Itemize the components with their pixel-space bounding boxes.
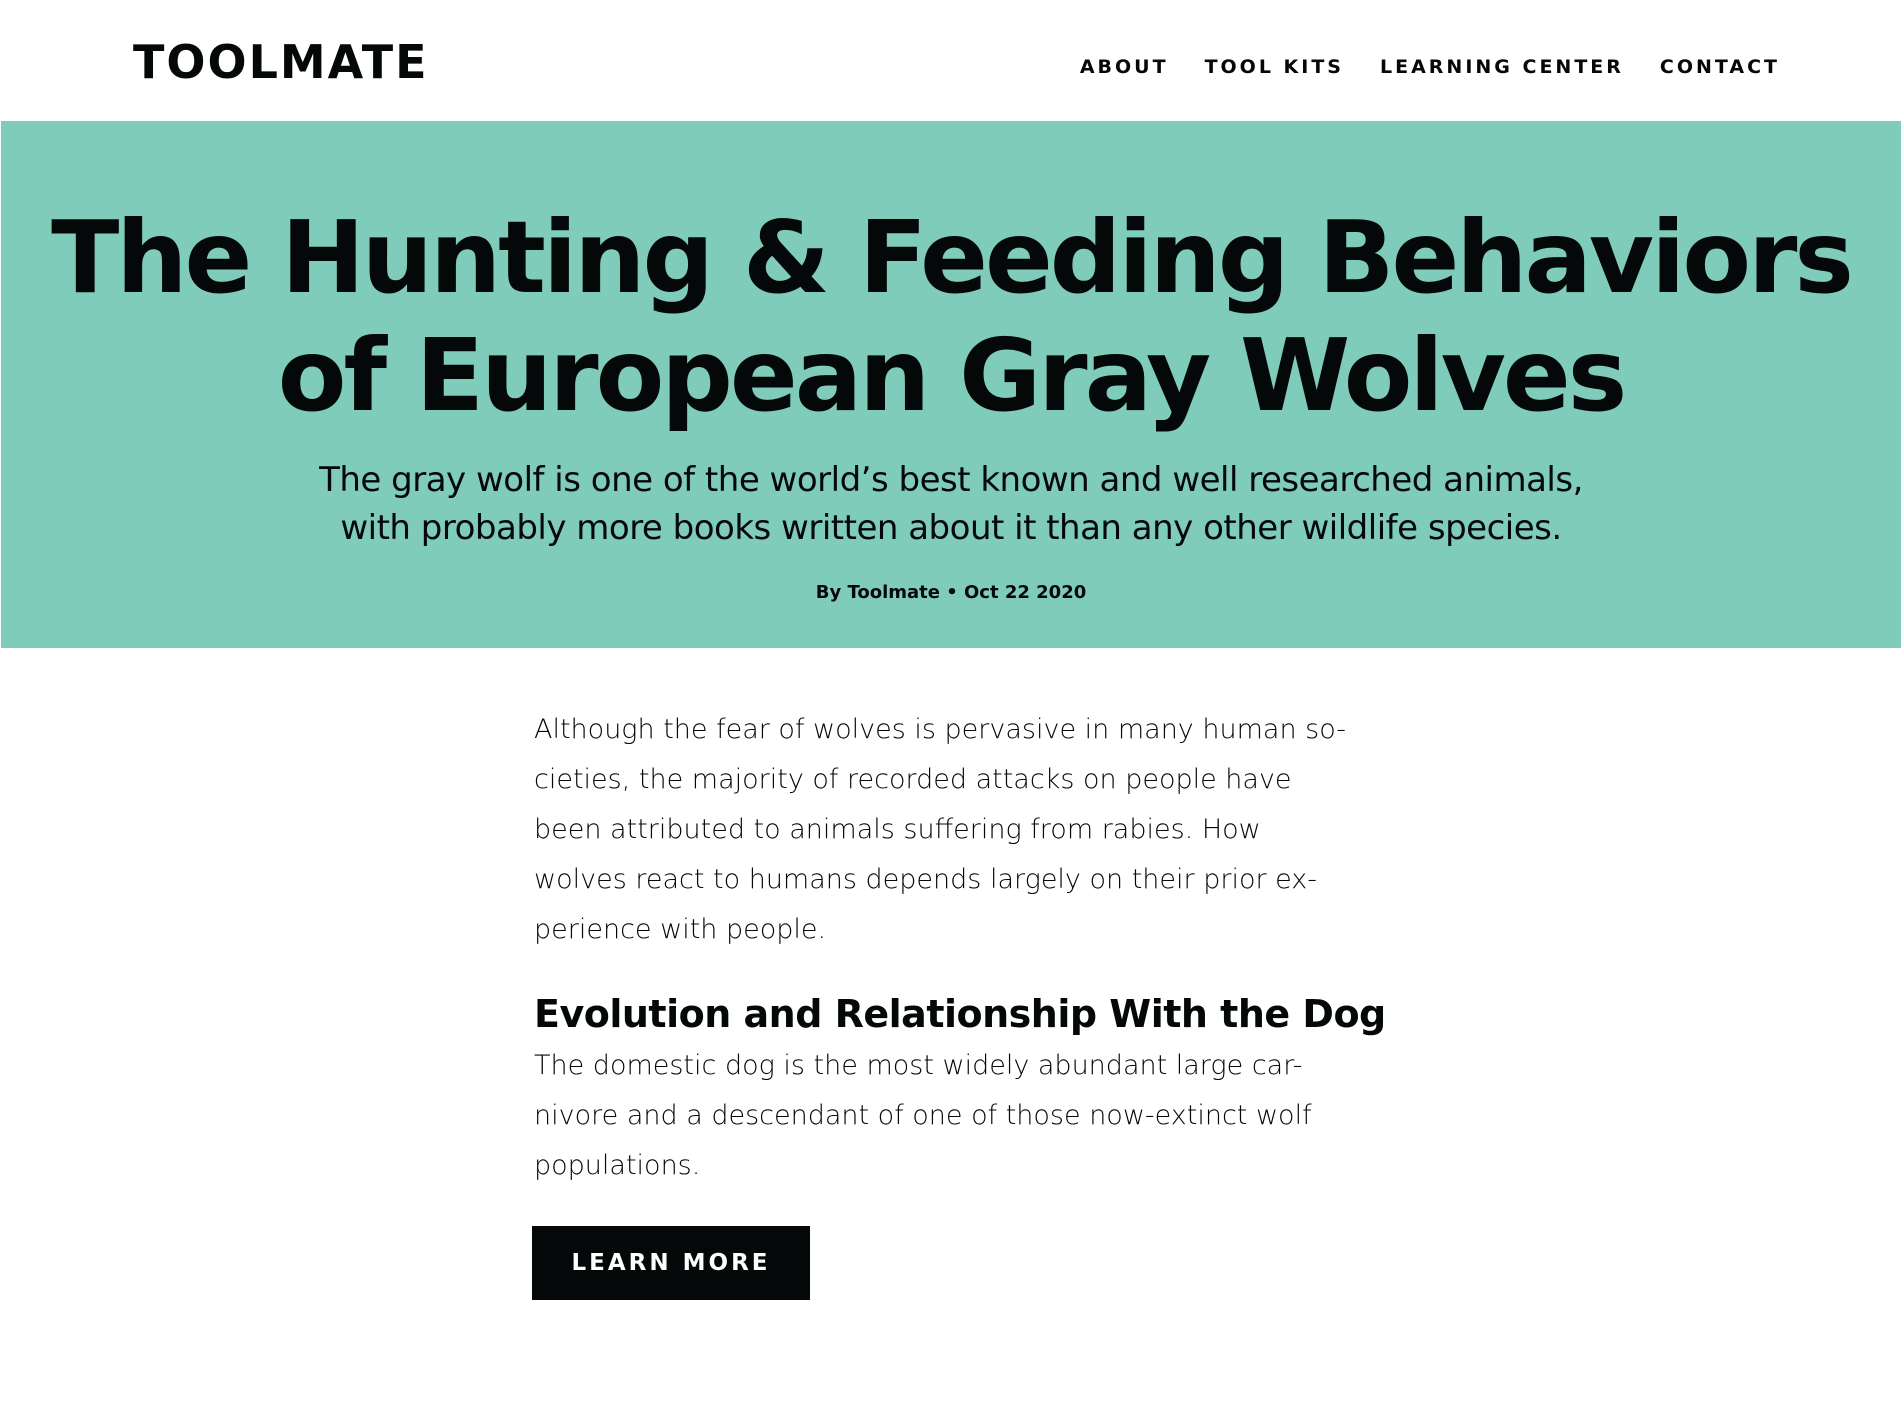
paragraph-line: perience with people.: [534, 914, 827, 945]
article-byline: By Toolmate • Oct 22 2020: [815, 582, 1087, 603]
nav-link-tool-kits[interactable]: TOOL KITS: [1205, 54, 1344, 80]
subtitle-line: with probably more books written about i…: [340, 508, 1562, 548]
paragraph-line: nivore and a descendant of one of those …: [534, 1100, 1312, 1131]
nav-link-about[interactable]: ABOUT: [1080, 54, 1169, 80]
nav-link-learning-center[interactable]: LEARNING CENTER: [1380, 54, 1624, 80]
nav-link-contact[interactable]: CONTACT: [1660, 54, 1780, 80]
article-title: The Hunting & Feeding Behaviors of Europ…: [51, 199, 1854, 434]
section-heading: Evolution and Relationship With the Dog: [534, 992, 1386, 1036]
intro-paragraph: Although the fear of wolves is pervasive…: [534, 705, 1394, 955]
paragraph-line: been attributed to animals suffering fro…: [534, 814, 1261, 845]
paragraph-line: The domestic dog is the most widely abun…: [534, 1050, 1303, 1081]
paragraph-line: cieties, the majority of recorded attack…: [534, 764, 1292, 795]
main-nav: ABOUT TOOL KITS LEARNING CENTER CONTACT: [1080, 54, 1780, 80]
paragraph-line: populations.: [534, 1150, 701, 1181]
section-paragraph: The domestic dog is the most widely abun…: [534, 1041, 1394, 1191]
paragraph-line: wolves react to humans depends largely o…: [534, 864, 1317, 895]
learn-more-button[interactable]: LEARN MORE: [532, 1226, 810, 1300]
site-logo[interactable]: TOOLMATE: [133, 36, 429, 88]
article-body: Although the fear of wolves is pervasive…: [534, 705, 1394, 1191]
hero-banner: The Hunting & Feeding Behaviors of Europ…: [1, 121, 1901, 648]
paragraph-line: Although the fear of wolves is pervasive…: [534, 714, 1346, 745]
article-subtitle: The gray wolf is one of the world’s best…: [1, 456, 1901, 552]
site-header: TOOLMATE ABOUT TOOL KITS LEARNING CENTER…: [0, 0, 1902, 121]
subtitle-line: The gray wolf is one of the world’s best…: [319, 460, 1583, 500]
